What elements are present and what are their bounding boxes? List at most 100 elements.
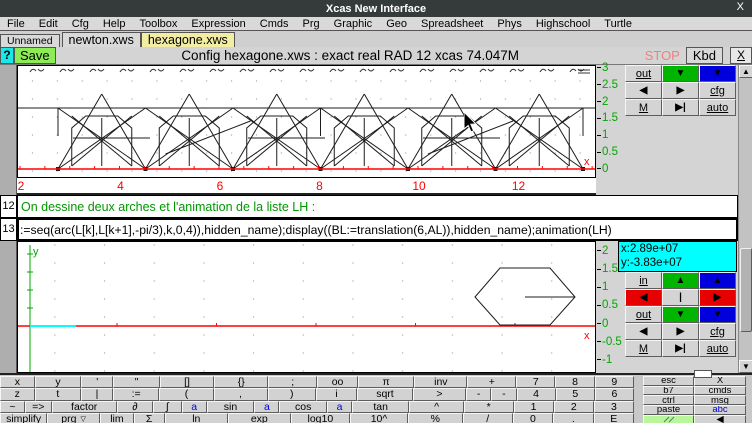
key-/[interactable]: /	[463, 413, 513, 423]
level-12-number[interactable]: 12	[0, 195, 17, 218]
key-x[interactable]: x	[0, 376, 35, 388]
tab-newton-xws[interactable]: newton.xws	[62, 32, 141, 47]
save-button[interactable]: Save	[14, 47, 56, 64]
panel-arrow-icon[interactable]: ▼	[662, 65, 699, 82]
key-10^[interactable]: 10^	[350, 413, 408, 423]
level-13-commandline[interactable]: :=seq(arc(L[k],L[k+1],-pi/3),k,0,4)),hid…	[17, 218, 738, 241]
graph2-canvas[interactable]: yx	[17, 241, 596, 373]
key-0[interactable]: 0	[513, 413, 553, 423]
session-close-button[interactable]: X	[730, 47, 752, 64]
key-)[interactable]: )	[268, 388, 316, 400]
key-.[interactable]: .	[553, 413, 593, 423]
key-cos[interactable]: cos	[279, 401, 327, 413]
key-tan[interactable]: tan	[352, 401, 409, 413]
key-6[interactable]: 6	[595, 388, 634, 400]
key-esc[interactable]: esc	[643, 376, 694, 386]
key-a[interactable]: a	[182, 401, 207, 413]
key-E[interactable]: E	[594, 413, 634, 423]
scroll-up-icon[interactable]: ▲	[739, 65, 752, 78]
key-inv[interactable]: inv	[414, 376, 467, 388]
menu-item-edit[interactable]: Edit	[32, 18, 65, 30]
key-factor[interactable]: factor	[52, 401, 117, 413]
key-([interactable]: (	[159, 388, 213, 400]
panel-arrow-icon[interactable]: ▶|	[662, 99, 699, 116]
key-∂[interactable]: ∂	[117, 401, 153, 413]
key-^[interactable]: ^	[409, 401, 463, 413]
config-title[interactable]: Config hexagone.xws : exact real RAD 12 …	[56, 47, 645, 64]
kbd-button[interactable]: Kbd	[686, 47, 723, 64]
graph1-drag-strip[interactable]	[0, 65, 17, 195]
scrollbar-thumb[interactable]	[740, 248, 752, 332]
graph2-drag-strip[interactable]	[0, 241, 17, 373]
menu-item-turtle[interactable]: Turtle	[597, 18, 639, 30]
key-paste[interactable]: paste	[643, 405, 694, 415]
g1-panel-button-out[interactable]: out	[625, 65, 662, 82]
key-z[interactable]: z	[0, 388, 35, 400]
key-sin[interactable]: sin	[207, 401, 255, 413]
panel-arrow-icon[interactable]: ▶	[699, 289, 736, 306]
key-4[interactable]: 4	[517, 388, 556, 400]
key-~[interactable]: ~	[0, 401, 25, 413]
window-close-button[interactable]: X	[737, 1, 744, 13]
key-sqrt[interactable]: sqrt	[357, 388, 413, 400]
menu-item-graphic[interactable]: Graphic	[327, 18, 380, 30]
g2-panel-button-auto[interactable]: auto	[699, 340, 736, 357]
help-button[interactable]: ?	[0, 47, 14, 64]
scroll-down-icon[interactable]: ▼	[739, 360, 752, 373]
key--[interactable]: -	[491, 388, 516, 400]
tab-hexagone-xws[interactable]: hexagone.xws	[141, 32, 235, 47]
key-{}[interactable]: {}	[214, 376, 268, 388]
key-msg[interactable]: msg	[694, 395, 746, 405]
g2-panel-button-cfg[interactable]: cfg	[699, 323, 736, 340]
key-ctrl[interactable]: ctrl	[643, 395, 694, 405]
key-Σ[interactable]: Σ	[134, 413, 165, 423]
key-◀[interactable]: ◀	[694, 415, 746, 423]
key-'[interactable]: '	[81, 376, 113, 388]
menu-item-phys[interactable]: Phys	[490, 18, 528, 30]
menu-item-file[interactable]: File	[0, 18, 32, 30]
panel-arrow-icon[interactable]: ▲	[699, 272, 736, 289]
key-9[interactable]: 9	[595, 376, 634, 388]
key-"[interactable]: "	[113, 376, 160, 388]
g1-panel-button-auto[interactable]: auto	[699, 99, 736, 116]
menu-item-geo[interactable]: Geo	[379, 18, 414, 30]
key-π[interactable]: π	[358, 376, 414, 388]
key-i[interactable]: i	[316, 388, 357, 400]
level-12-comment[interactable]: On dessine deux arches et l'animation de…	[17, 195, 738, 218]
panel-arrow-icon[interactable]: ▶	[662, 82, 699, 99]
panel-arrow-icon[interactable]: ◀	[625, 82, 662, 99]
menu-item-highschool[interactable]: Highschool	[529, 18, 597, 30]
key-t[interactable]: t	[35, 388, 82, 400]
menu-item-help[interactable]: Help	[96, 18, 133, 30]
session-scrollbar[interactable]: ▲ ▼	[738, 65, 752, 373]
key-=>[interactable]: =>	[25, 401, 52, 413]
key-b7[interactable]: b7	[643, 386, 694, 396]
key->[interactable]: >	[413, 388, 466, 400]
key-log10[interactable]: log10	[291, 413, 351, 423]
menu-item-expression[interactable]: Expression	[184, 18, 252, 30]
menu-item-spreadsheet[interactable]: Spreadsheet	[414, 18, 490, 30]
panel-arrow-icon[interactable]: ▼	[699, 65, 736, 82]
key-:=[interactable]: :=	[113, 388, 160, 400]
key-simplify[interactable]: simplify	[0, 413, 47, 423]
key-*[interactable]: *	[464, 401, 514, 413]
panel-arrow-icon[interactable]: ◀	[625, 323, 662, 340]
key-5[interactable]: 5	[556, 388, 595, 400]
key--[interactable]: -	[466, 388, 491, 400]
key-%[interactable]: %	[408, 413, 463, 423]
key-7[interactable]: 7	[516, 376, 555, 388]
g1-panel-button-cfg[interactable]: cfg	[699, 82, 736, 99]
g2-panel-button-out[interactable]: out	[625, 306, 662, 323]
key-3[interactable]: 3	[594, 401, 634, 413]
key-kbd-switch[interactable]	[643, 415, 694, 423]
tab-session-level[interactable]: Unnamed	[0, 34, 60, 47]
key-y[interactable]: y	[35, 376, 82, 388]
panel-arrow-icon[interactable]: ▲	[662, 272, 699, 289]
graph1-canvas[interactable]: x	[17, 65, 596, 178]
key-;[interactable]: ;	[268, 376, 317, 388]
g2-panel-button-in[interactable]: in	[625, 272, 662, 289]
key-∫[interactable]: ∫	[153, 401, 182, 413]
key-lim[interactable]: lim	[100, 413, 134, 423]
menu-item-cfg[interactable]: Cfg	[65, 18, 96, 30]
key-a[interactable]: a	[254, 401, 279, 413]
